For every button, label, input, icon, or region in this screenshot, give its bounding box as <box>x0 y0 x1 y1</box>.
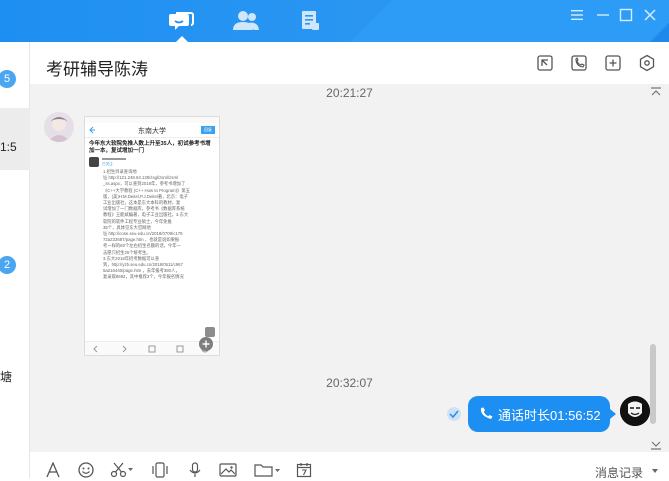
image-icon <box>219 463 237 477</box>
scissors-icon <box>110 462 133 478</box>
post-body: 1.招生目录查询地址 http://121.248.63.139/zsgl/zs… <box>85 167 219 281</box>
schedule-button[interactable] <box>295 462 313 478</box>
menu-button[interactable] <box>568 6 586 24</box>
minimize-icon <box>597 14 609 16</box>
close-button[interactable] <box>641 6 659 24</box>
collapse-down-icon[interactable] <box>650 440 662 450</box>
settings-hexagon-icon <box>639 54 655 72</box>
shake-button[interactable] <box>151 462 169 478</box>
add-member-button[interactable] <box>603 53 623 73</box>
phone-reply-button: 回复 <box>201 126 215 134</box>
chat-settings-button[interactable] <box>637 53 657 73</box>
menu-icon <box>571 10 583 20</box>
add-member-icon <box>605 55 621 71</box>
post-follow-label: 已关注 <box>102 162 113 166</box>
collapse-up-icon[interactable] <box>650 87 662 97</box>
post-author-name <box>102 158 126 160</box>
post-author-row: 已关注 <box>85 155 219 167</box>
message-history-button[interactable]: 消息记录 <box>595 464 643 481</box>
post-headline: 今年东大软院免推人数上升至35人，初试参考书增加一本，复试增加一门 <box>89 141 211 154</box>
image-message[interactable]: 东南大学 回复 今年东大软院免推人数上升至35人，初试参考书增加一本，复试增加一… <box>84 116 220 356</box>
maximize-button[interactable] <box>617 6 635 24</box>
read-receipt-icon <box>447 407 461 421</box>
font-icon <box>46 462 60 478</box>
calendar-icon <box>296 463 312 478</box>
nav-files-button[interactable] <box>290 0 330 42</box>
close-icon <box>644 9 656 21</box>
minimize-button[interactable] <box>594 6 612 24</box>
maximize-icon <box>619 8 633 22</box>
unread-badge: 2 <box>0 256 16 274</box>
message-scrollbar[interactable] <box>650 344 656 424</box>
call-duration-message[interactable]: 通话时长01:56:52 <box>468 396 616 432</box>
conversation-time: 1:5 <box>0 140 17 154</box>
message-timestamp: 20:32:07 <box>326 376 373 390</box>
phone-nav-bar: 东南大学 回复 <box>85 123 219 138</box>
input-toolbar: 消息记录 <box>30 452 669 481</box>
call-duration-text: 通话时长01:56:52 <box>498 407 601 423</box>
nav-messages-button[interactable] <box>162 0 202 42</box>
voice-message-button[interactable] <box>186 462 204 478</box>
sender-avatar[interactable] <box>44 112 74 142</box>
screenshot-button[interactable] <box>535 53 555 73</box>
contacts-icon <box>233 11 259 30</box>
message-timestamp: 20:21:27 <box>326 86 373 100</box>
vibrate-icon <box>152 462 168 478</box>
phone-nav-title: 东南大学 <box>138 128 166 135</box>
chat-header: 考研辅导陈涛 <box>30 42 669 84</box>
screenshot-icon <box>537 55 553 71</box>
conversation-item-selected[interactable] <box>0 108 30 170</box>
screenshot-tool-button[interactable] <box>110 462 134 478</box>
mask-avatar-image <box>620 396 650 426</box>
zoom-in-icon[interactable] <box>199 337 213 351</box>
send-image-button[interactable] <box>219 462 237 478</box>
document-icon <box>302 11 319 30</box>
phone-icon <box>480 407 493 419</box>
plus-icon <box>202 340 210 348</box>
post-body-line: 复录取8692，其中推荐3个，今年报名情况 <box>103 274 184 280</box>
avatar-image <box>44 112 74 142</box>
emoji-button[interactable] <box>77 462 95 478</box>
chevron-down-icon[interactable] <box>652 469 658 473</box>
my-avatar[interactable] <box>620 396 650 426</box>
phone-scroll-top-icon <box>205 327 215 337</box>
post-author-avatar <box>89 157 99 167</box>
emoji-icon <box>78 462 94 478</box>
phone-icon <box>571 55 587 71</box>
top-bar <box>0 0 669 42</box>
voice-call-button[interactable] <box>569 53 589 73</box>
font-button[interactable] <box>44 462 62 478</box>
send-file-button[interactable] <box>254 462 282 478</box>
unread-badge: 5 <box>0 70 16 88</box>
chat-bubble-icon <box>169 12 194 30</box>
microphone-icon <box>189 462 201 477</box>
nav-contacts-button[interactable] <box>226 0 266 42</box>
conversation-list: 5 1:5 2 塘 <box>0 42 30 478</box>
chat-title: 考研辅导陈涛 <box>46 60 148 79</box>
conversation-snippet: 塘 <box>0 370 13 384</box>
folder-icon <box>254 464 280 477</box>
